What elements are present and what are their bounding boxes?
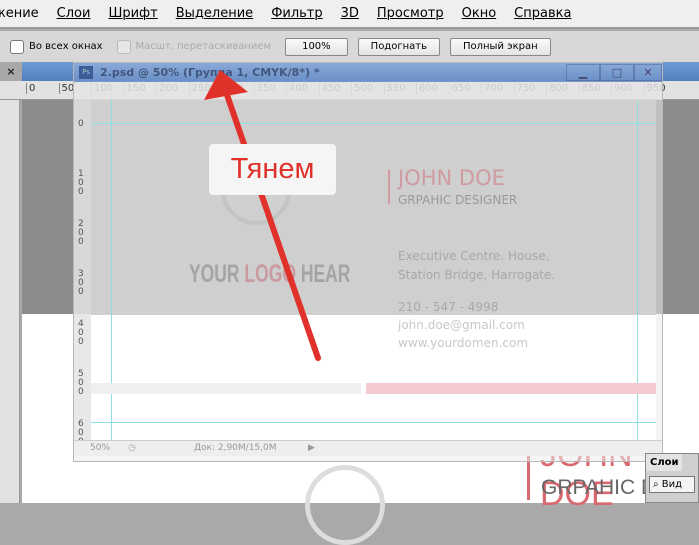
layers-filter-label: Вид [661, 479, 683, 490]
search-icon: ⌕ [653, 479, 659, 490]
drag-arrow-annotation [204, 70, 321, 361]
layers-panel: Слои ⌕ Вид [645, 453, 699, 503]
annotation-label: Тянем [209, 144, 336, 195]
arrow-shaft [223, 89, 321, 361]
layers-filter-input[interactable]: ⌕ Вид [649, 476, 695, 493]
arrow-head [204, 70, 248, 100]
layers-tab[interactable]: Слои [646, 454, 682, 471]
